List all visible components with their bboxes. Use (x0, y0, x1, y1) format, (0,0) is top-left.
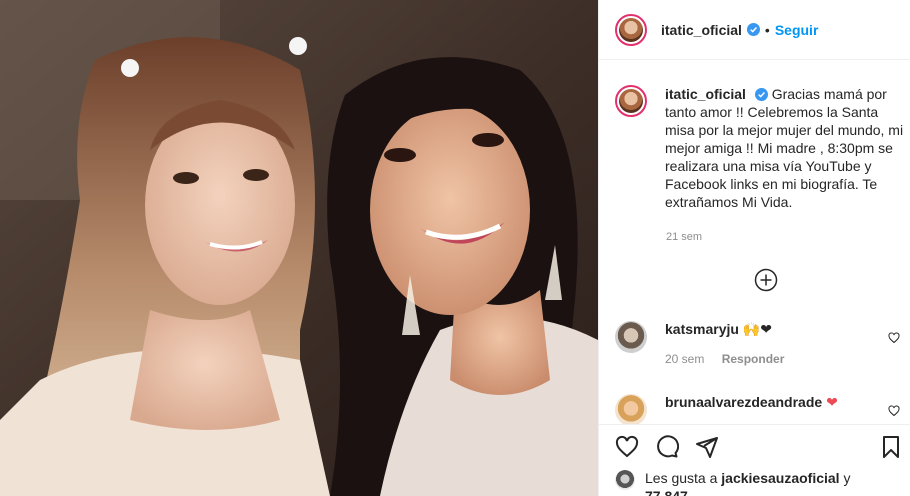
commenter-avatar[interactable] (615, 321, 647, 353)
post-header: itatic_oficial • Seguir (599, 0, 910, 60)
author-avatar[interactable] (615, 13, 647, 46)
comment-item: brunaalvarezdeandrade ❤ (615, 394, 905, 424)
comment-like-icon[interactable] (888, 332, 900, 344)
comment-meta: 20 sem Responder (665, 352, 798, 366)
post-caption: itatic_oficial Gracias mamá por tanto am… (615, 85, 905, 211)
commenter-avatar[interactable] (615, 394, 647, 424)
comment-text: 🙌❤ (742, 321, 772, 337)
likes-suffix: y (839, 470, 851, 486)
reply-button[interactable]: Responder (722, 352, 785, 366)
caption-avatar[interactable] (615, 85, 647, 117)
caption-text: Gracias mamá por tanto amor !! Celebremo… (665, 86, 904, 210)
caption-body: itatic_oficial Gracias mamá por tanto am… (665, 85, 905, 211)
comments-scroll-area[interactable]: itatic_oficial Gracias mamá por tanto am… (599, 61, 910, 424)
comment-body: katsmaryju 🙌❤ 20 sem Responder (665, 321, 798, 366)
save-bookmark-icon[interactable] (879, 435, 903, 459)
comment-body: brunaalvarezdeandrade ❤ (665, 394, 838, 424)
comment-time[interactable]: 20 sem (665, 352, 704, 366)
comment-text: ❤ (826, 394, 838, 410)
separator-dot: • (764, 21, 770, 38)
comment-bubble-icon[interactable] (655, 435, 679, 459)
likes-text: Les gusta a jackiesauzaoficial y (645, 470, 850, 486)
load-more-comments-icon[interactable] (754, 268, 778, 292)
likes-count[interactable]: 77.847 (645, 488, 688, 496)
verified-badge-icon (754, 88, 768, 101)
likes-prefix: Les gusta a (645, 470, 722, 486)
caption-username[interactable]: itatic_oficial (665, 86, 746, 102)
share-paper-plane-icon[interactable] (695, 435, 719, 459)
follow-button[interactable]: Seguir (775, 22, 819, 38)
liker-username[interactable]: jackiesauzaoficial (721, 470, 839, 486)
liker-avatar[interactable] (615, 470, 635, 490)
commenter-username[interactable]: katsmaryju (665, 321, 739, 337)
comment-item: katsmaryju 🙌❤ 20 sem Responder (615, 321, 905, 366)
caption-time[interactable]: 21 sem (666, 231, 702, 243)
author-username[interactable]: itatic_oficial (661, 22, 742, 38)
post-action-bar (599, 424, 910, 464)
like-heart-icon[interactable] (615, 435, 639, 459)
likes-summary: Les gusta a jackiesauzaoficial y 77.847 (615, 470, 905, 496)
commenter-username[interactable]: brunaalvarezdeandrade (665, 394, 822, 410)
comment-like-icon[interactable] (888, 405, 900, 417)
verified-badge-icon (746, 23, 760, 36)
post-side-panel: itatic_oficial • Seguir itatic_oficial G… (598, 0, 910, 496)
post-photo[interactable] (0, 0, 598, 496)
